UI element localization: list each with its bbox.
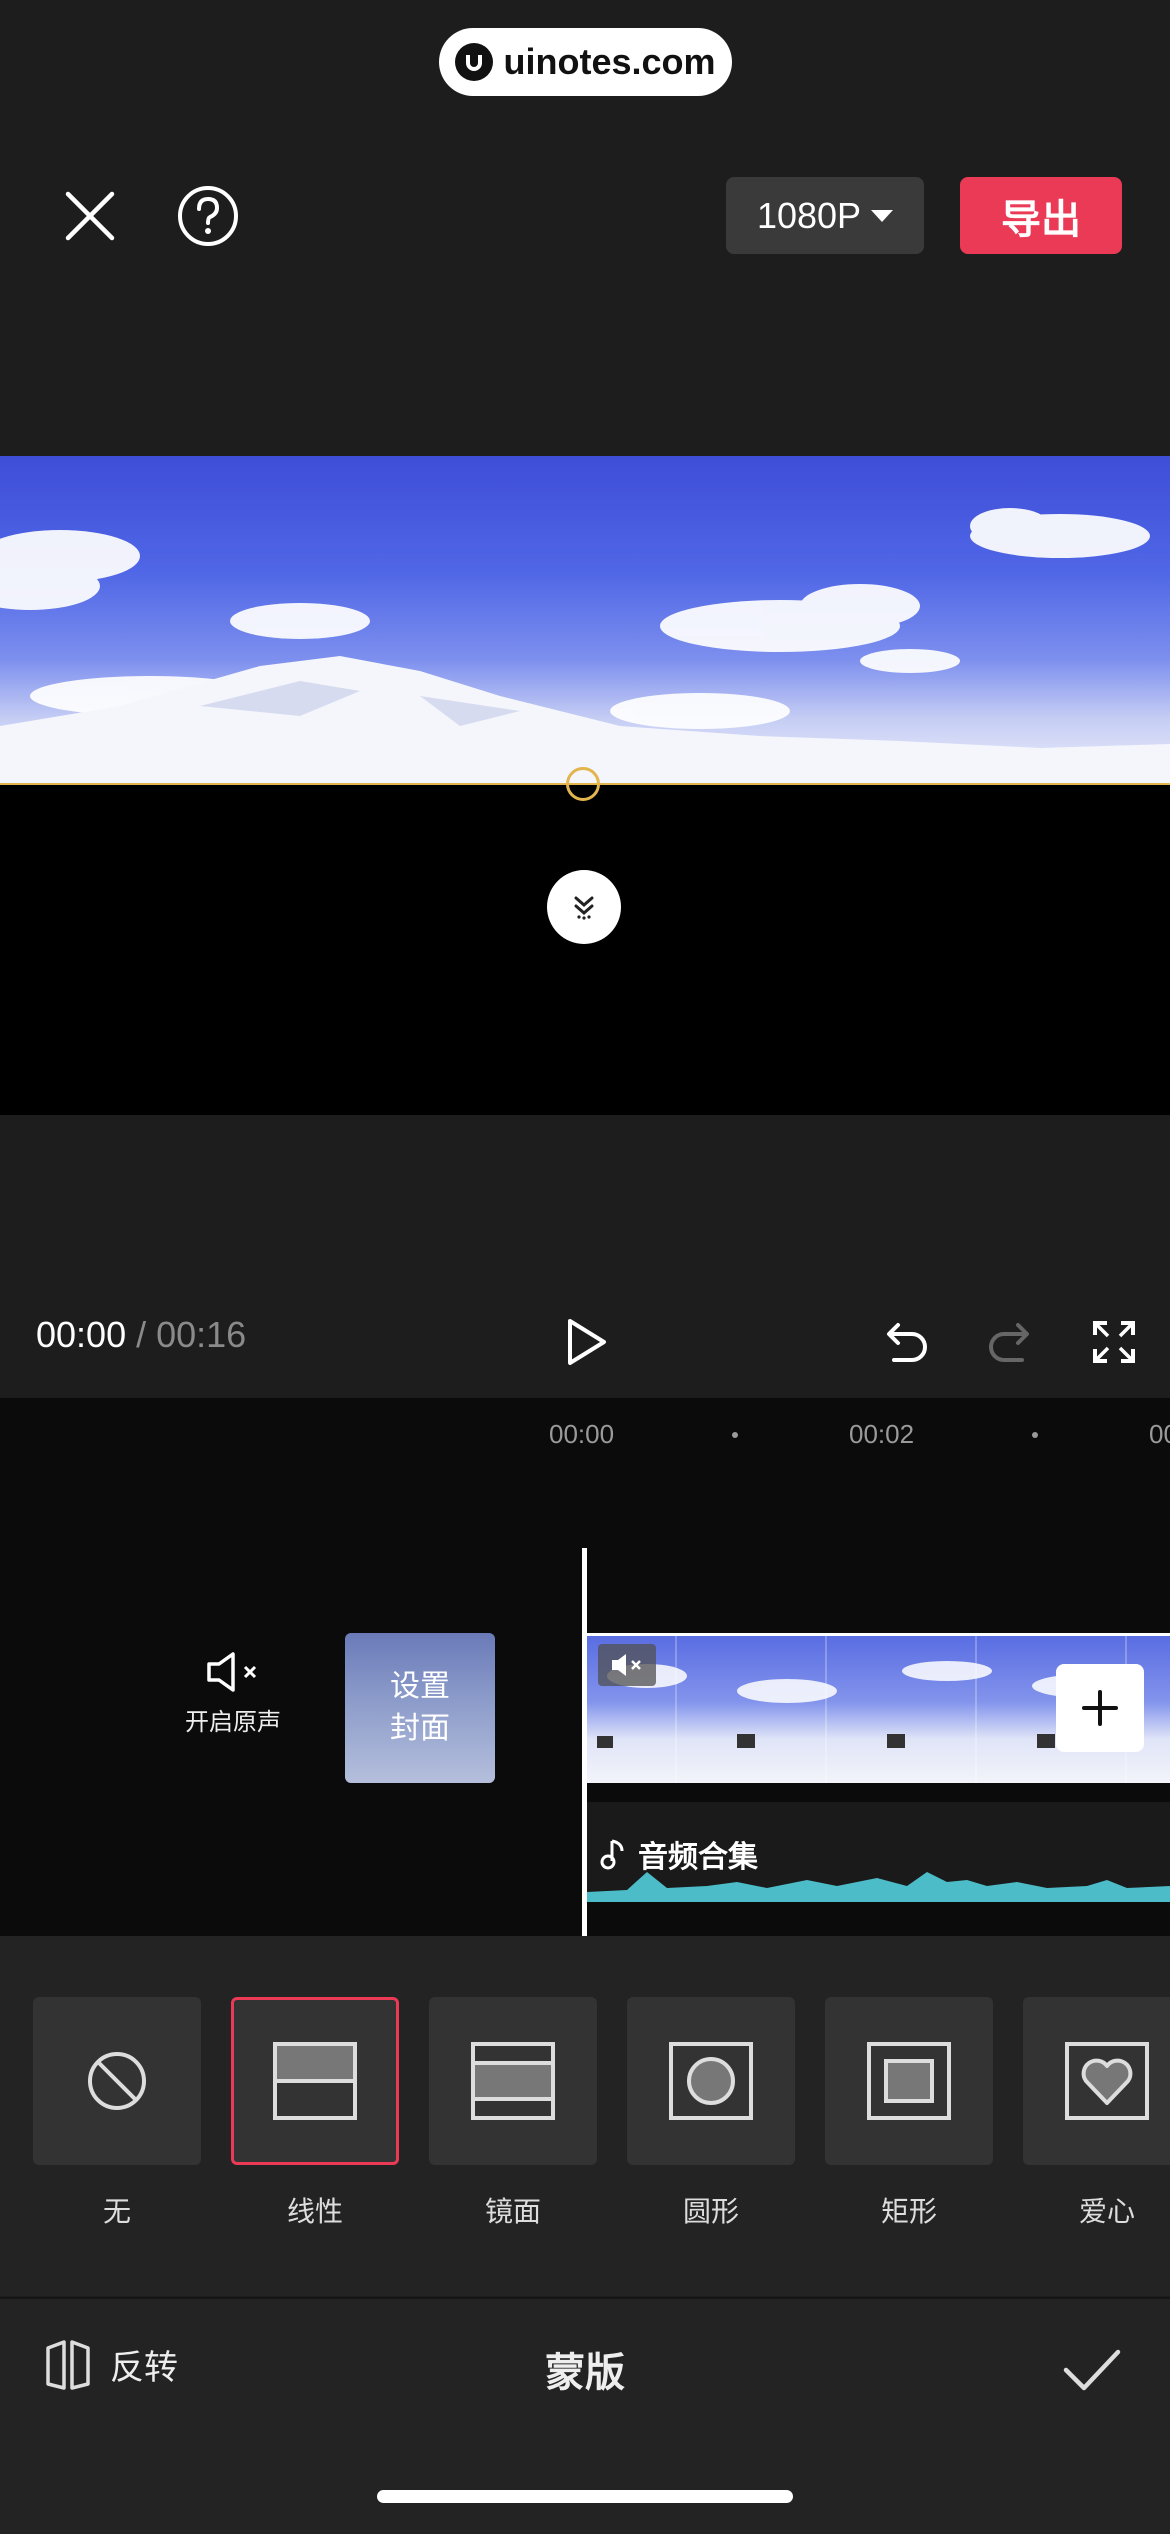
resolution-selector[interactable]: 1080P — [726, 177, 924, 254]
uinotes-logo-icon — [455, 43, 494, 81]
export-button[interactable]: 导出 — [960, 177, 1122, 254]
set-cover-button[interactable]: 设置 封面 — [345, 1633, 495, 1783]
mask-option-circle[interactable] — [627, 1997, 795, 2165]
redo-icon[interactable] — [978, 1310, 1042, 1374]
time-display: 00:00 / 00:16 — [36, 1314, 246, 1356]
mask-option-rectangle[interactable] — [825, 1997, 993, 2165]
timeline-tick: 00:02 — [849, 1419, 915, 1449]
mask-option-label: 无 — [102, 2195, 131, 2228]
mask-option-label: 线性 — [286, 2195, 343, 2228]
mirror-mask-icon — [471, 2042, 555, 2120]
rectangle-mask-icon — [867, 2042, 951, 2120]
resolution-label: 1080P — [756, 194, 862, 236]
playhead[interactable] — [582, 1548, 587, 1936]
help-icon[interactable] — [174, 182, 242, 250]
speaker-mute-icon — [207, 1652, 257, 1692]
panel-title: 蒙版 — [545, 2350, 625, 2396]
mask-option-none[interactable] — [33, 1997, 201, 2165]
timeline-tick: 00 — [1149, 1419, 1170, 1449]
checkmark-icon[interactable] — [1056, 2334, 1128, 2406]
mask-option-heart[interactable] — [1023, 1997, 1170, 2165]
cover-label-line2: 封面 — [390, 1711, 450, 1746]
undo-icon[interactable] — [874, 1310, 938, 1374]
mask-option-label: 圆形 — [682, 2195, 739, 2228]
audio-track-name: 音频合集 — [638, 1840, 758, 1875]
none-icon — [88, 2052, 146, 2110]
music-note-icon — [600, 1839, 624, 1870]
watermark-badge: uinotes.com — [439, 28, 732, 96]
heart-mask-icon — [1065, 2042, 1149, 2120]
mask-option-label: 爱心 — [1078, 2195, 1135, 2228]
mask-option-label: 矩形 — [880, 2195, 937, 2228]
play-icon[interactable] — [554, 1310, 618, 1374]
add-clip-button[interactable] — [1056, 1664, 1144, 1752]
current-time: 00:00 — [36, 1314, 127, 1355]
clip-muted-icon — [598, 1644, 656, 1686]
mask-option-linear[interactable] — [231, 1997, 399, 2165]
timeline-tick-dot — [732, 1432, 738, 1438]
audio-track-label: 音频合集 — [600, 1832, 758, 1876]
cover-label-line1: 设置 — [390, 1669, 450, 1704]
total-time: 00:16 — [156, 1314, 247, 1355]
original-audio-label: 开启原声 — [185, 1708, 281, 1736]
watermark-text: uinotes.com — [503, 41, 716, 82]
preview-sky-image — [0, 456, 1170, 784]
timeline-tick-dot — [1032, 1432, 1038, 1438]
caret-down-icon — [871, 209, 894, 222]
fullscreen-icon[interactable] — [1082, 1310, 1146, 1374]
close-icon[interactable] — [56, 182, 124, 250]
original-audio-toggle[interactable]: 开启原声 — [178, 1650, 288, 1737]
mask-option-label: 镜面 — [484, 2195, 541, 2228]
mask-rotate-handle[interactable] — [566, 767, 600, 801]
linear-mask-icon — [273, 2042, 357, 2120]
feather-handle-button[interactable] — [547, 870, 621, 944]
circle-mask-icon — [669, 2042, 753, 2120]
time-separator: / — [136, 1314, 147, 1355]
home-indicator[interactable] — [377, 2490, 793, 2503]
plus-icon — [1082, 1690, 1118, 1726]
mask-option-mirror[interactable] — [429, 1997, 597, 2165]
timeline-tick: 00:00 — [549, 1419, 615, 1449]
